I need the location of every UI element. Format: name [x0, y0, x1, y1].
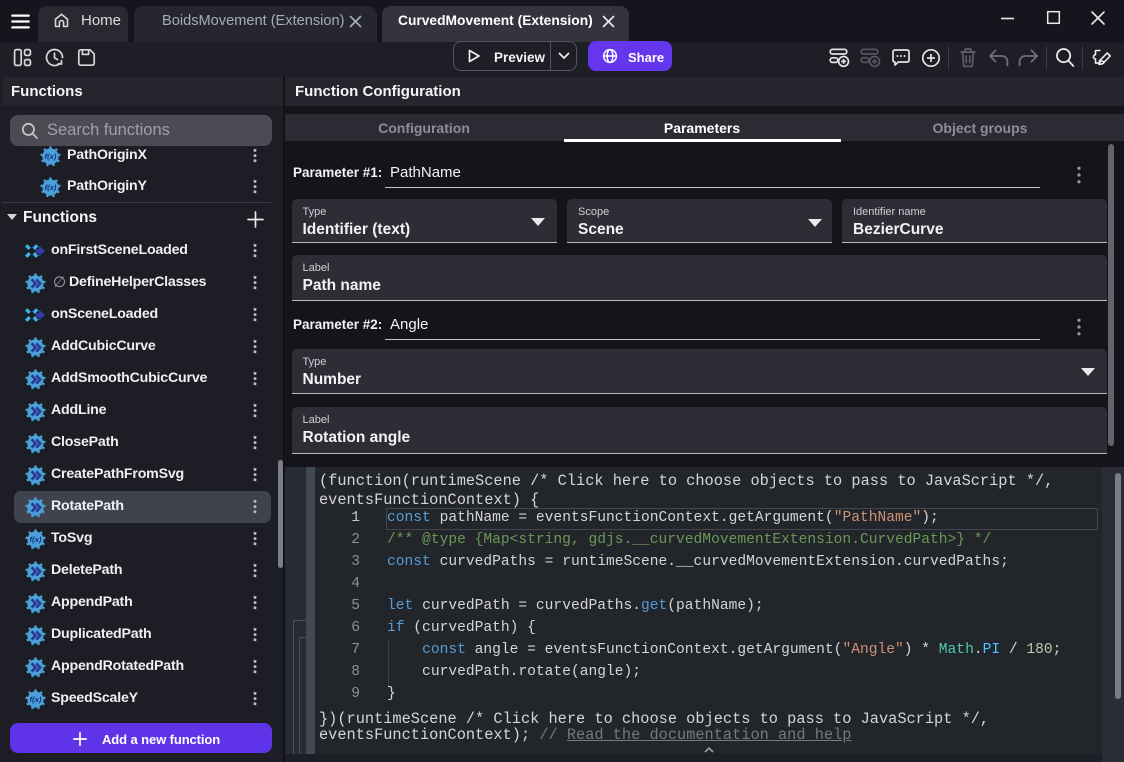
svg-text:f(x): f(x)	[30, 535, 42, 544]
svg-text:f(x): f(x)	[45, 183, 57, 192]
svg-text:f(x): f(x)	[30, 695, 42, 704]
svg-text:f(x): f(x)	[45, 152, 57, 161]
